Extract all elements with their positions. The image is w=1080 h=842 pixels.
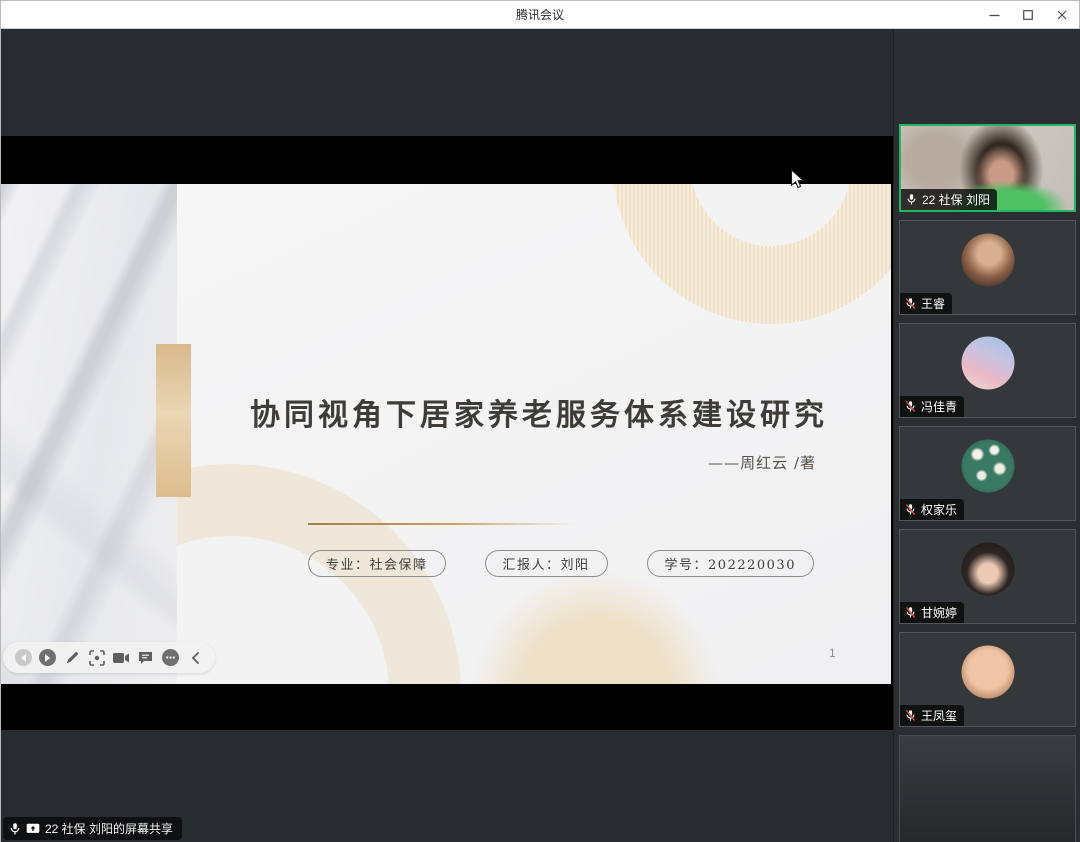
participant-tile-liuyang[interactable]: 22 社保 刘阳 <box>899 124 1076 212</box>
shared-screen-stage: 协同视角下居家养老服务体系建设研究 ——周红云 /著 专业：社会保障 汇报人：刘… <box>1 29 893 842</box>
mic-on-icon <box>905 193 918 206</box>
maximize-icon[interactable] <box>1011 1 1045 29</box>
mic-muted-icon <box>904 606 917 619</box>
screen-share-status-text: 22 社保 刘阳的屏幕共享 <box>45 822 174 836</box>
student-id-badge: 学号：202220030 <box>646 550 814 577</box>
avatar <box>961 542 1014 596</box>
participant-name: 王凤玺 <box>921 709 958 723</box>
participant-tile-wangfengxi[interactable]: 王凤玺 <box>899 632 1076 727</box>
participant-name: 甘婉婷 <box>921 606 958 620</box>
presenter-toolbar <box>3 642 215 673</box>
comments-icon[interactable] <box>137 649 155 667</box>
screen-share-icon <box>26 823 40 835</box>
mic-muted-icon <box>904 297 917 310</box>
participants-sidebar: 22 社保 刘阳 王睿 冯佳青 权家乐 甘婉婷 王凤玺 <box>893 29 1080 842</box>
participant-name: 王睿 <box>921 297 946 311</box>
more-icon[interactable] <box>161 649 179 667</box>
window-controls <box>977 1 1079 29</box>
microphone-icon <box>9 822 21 836</box>
participant-name: 权家乐 <box>921 503 958 517</box>
previous-slide-icon[interactable] <box>14 649 32 667</box>
camera-icon[interactable] <box>112 649 130 667</box>
decor-tan-bar <box>156 344 191 497</box>
tencent-meeting-window: 腾讯会议 协同视角下居家养老服务体系建设研究 ——周红云 /著 专业：社会保障 … <box>0 0 1080 842</box>
decor-ring-top-right <box>613 184 891 324</box>
avatar <box>961 439 1014 493</box>
participant-name-tag: 王凤玺 <box>900 705 965 726</box>
slide-page-number: 1 <box>829 646 836 660</box>
participant-tile-ganwanting[interactable]: 甘婉婷 <box>899 529 1076 624</box>
avatar <box>961 645 1014 699</box>
slide-title: 协同视角下居家养老服务体系建设研究 <box>250 398 828 433</box>
window-title: 腾讯会议 <box>515 8 564 22</box>
participant-name: 22 社保 刘阳 <box>922 193 991 207</box>
major-badge: 专业：社会保障 <box>308 550 446 577</box>
annotate-pen-icon[interactable] <box>63 649 81 667</box>
minimize-icon[interactable] <box>977 1 1011 29</box>
participant-tile-quanjiale[interactable]: 权家乐 <box>899 426 1076 521</box>
decor-marble-strip <box>1 184 177 684</box>
close-icon[interactable] <box>1045 1 1079 29</box>
participant-tile-list: 22 社保 刘阳 王睿 冯佳青 权家乐 甘婉婷 王凤玺 <box>899 124 1076 842</box>
participant-tile-fengjiaqing[interactable]: 冯佳青 <box>899 323 1076 418</box>
presenter-badge: 汇报人：刘阳 <box>484 550 608 577</box>
participant-name-tag: 王睿 <box>900 293 953 314</box>
collapse-toolbar-icon[interactable] <box>186 649 204 667</box>
slide-author: ——周红云 /著 <box>708 454 816 472</box>
decor-gold-line <box>308 523 578 525</box>
participant-tile-partial[interactable] <box>899 735 1076 842</box>
decor-soft-circle <box>471 569 721 684</box>
next-slide-icon[interactable] <box>39 649 57 667</box>
participant-name-tag: 权家乐 <box>900 499 965 520</box>
participant-name-tag: 甘婉婷 <box>900 602 965 623</box>
screen-share-status-pill[interactable]: 22 社保 刘阳的屏幕共享 <box>3 817 183 840</box>
mic-muted-icon <box>904 709 917 722</box>
presentation-slide: 协同视角下居家养老服务体系建设研究 ——周红云 /著 专业：社会保障 汇报人：刘… <box>1 184 891 684</box>
participant-tile-wangrui[interactable]: 王睿 <box>899 220 1076 315</box>
avatar <box>961 233 1014 287</box>
mic-muted-icon <box>904 400 917 413</box>
laser-pointer-icon[interactable] <box>88 649 106 667</box>
shared-screen-letterbox: 协同视角下居家养老服务体系建设研究 ——周红云 /著 专业：社会保障 汇报人：刘… <box>1 136 893 730</box>
slide-badge-row: 专业：社会保障 汇报人：刘阳 学号：202220030 <box>308 550 814 577</box>
mic-muted-icon <box>904 503 917 516</box>
participant-name: 冯佳青 <box>921 400 958 414</box>
participant-name-tag: 冯佳青 <box>900 396 965 417</box>
participant-name-tag: 22 社保 刘阳 <box>901 189 998 210</box>
avatar <box>961 336 1014 390</box>
window-titlebar: 腾讯会议 <box>1 1 1079 29</box>
mouse-cursor <box>790 169 805 189</box>
